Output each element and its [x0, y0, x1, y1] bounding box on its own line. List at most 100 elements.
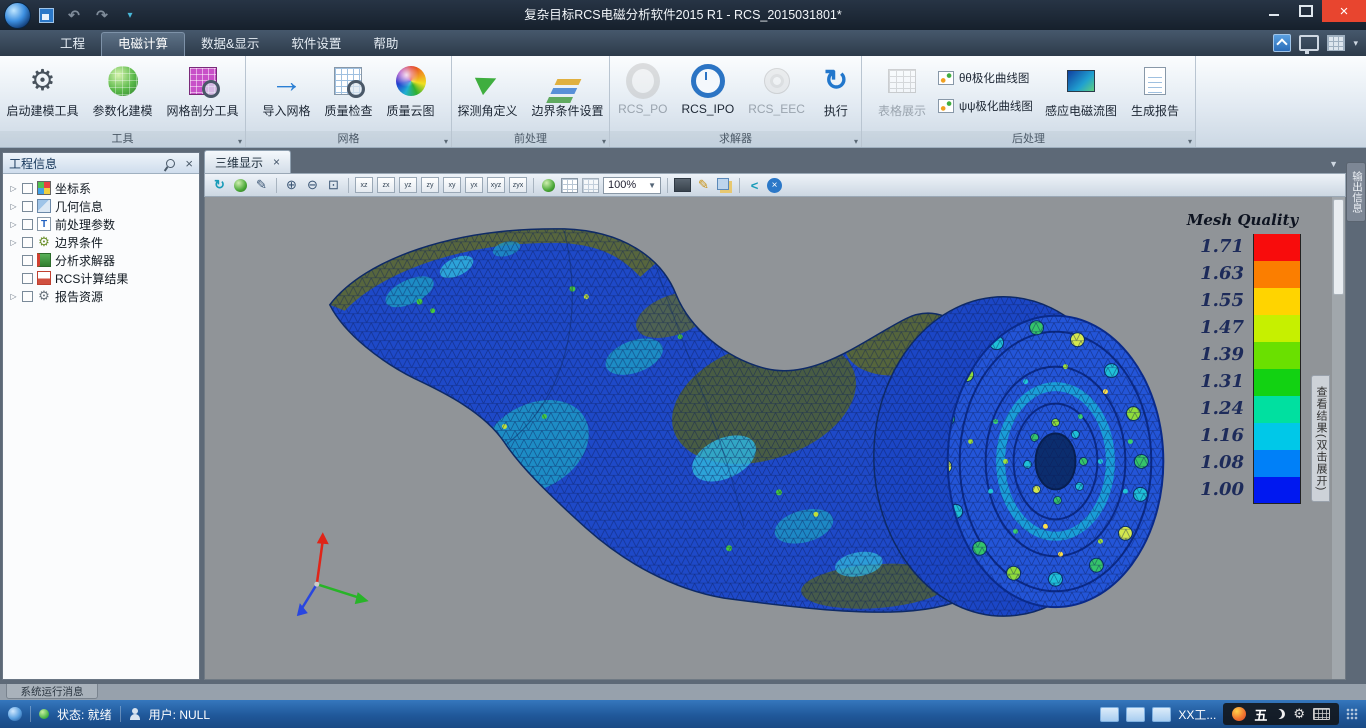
menu-tab-help[interactable]: 帮助	[357, 33, 414, 56]
tray-window-icon[interactable]	[1100, 707, 1119, 722]
redo-button[interactable]: ↷	[94, 7, 110, 23]
tree-item-geometry-info[interactable]: ▷ 几何信息	[7, 197, 199, 215]
save-button[interactable]	[38, 7, 54, 23]
mesh-partition-tool-button[interactable]: 网格剖分工具	[161, 60, 245, 123]
view-zx-button[interactable]: zx	[377, 177, 395, 193]
ime-settings-icon[interactable]: ⚙	[1293, 706, 1305, 722]
boundary-settings-button[interactable]: 边界条件设置	[526, 60, 610, 123]
model-3d-canvas[interactable]	[205, 197, 1345, 679]
grid-toggle-button[interactable]	[561, 177, 578, 194]
rcs-po-button[interactable]: RCS_PO	[612, 60, 673, 120]
rcs-ipo-button[interactable]: RCS_IPO	[676, 60, 741, 120]
view-zy-button[interactable]: zy	[421, 177, 439, 193]
sketch-button[interactable]: ✎	[695, 177, 712, 194]
tree-checkbox[interactable]	[22, 273, 33, 284]
close-view-button[interactable]: ×	[767, 178, 782, 193]
launch-modeling-tool-button[interactable]: ⚙ 启动建模工具	[0, 60, 84, 123]
group-launcher-icon[interactable]: ▾	[444, 137, 448, 146]
psi-polarization-curve-button[interactable]: ψψ极化曲线图	[934, 96, 1037, 116]
ime-toolbar[interactable]: 五 ⚙	[1223, 703, 1339, 725]
menu-tab-data-display[interactable]: 数据&显示	[185, 33, 275, 56]
shading-button[interactable]	[232, 177, 249, 194]
probe-angle-button[interactable]: ▶ 探测角定义	[451, 60, 523, 123]
scrollbar-thumb[interactable]	[1333, 199, 1344, 295]
tab-overflow-icon[interactable]: ▼	[1329, 159, 1338, 169]
induced-current-map-button[interactable]: 感应电磁流图	[1039, 60, 1123, 123]
layers-button[interactable]	[716, 177, 733, 194]
tree-checkbox[interactable]	[22, 255, 33, 266]
undo-button[interactable]: ↶	[66, 7, 82, 23]
tree-checkbox[interactable]	[22, 291, 33, 302]
import-mesh-button[interactable]: → 导入网格	[256, 60, 316, 123]
view-xz-button[interactable]: xz	[355, 177, 373, 193]
zoom-out-button[interactable]: ⊖	[304, 177, 321, 194]
tree-item-solver[interactable]: 分析求解器	[7, 251, 199, 269]
pin-icon[interactable]	[165, 157, 178, 170]
zoom-level-select[interactable]: 100% ▼	[603, 177, 661, 194]
tree-item-report-resources[interactable]: ▷ ⚙ 报告资源	[7, 287, 199, 305]
tree-checkbox[interactable]	[22, 237, 33, 248]
maximize-button[interactable]	[1290, 0, 1322, 22]
tree-checkbox[interactable]	[22, 183, 33, 194]
execute-button[interactable]: ↻ 执行	[813, 60, 859, 123]
viewport-3d[interactable]: Mesh Quality 1.71 1.63 1.55 1.47 1.39 1.…	[204, 197, 1346, 680]
tree-item-coordinate-system[interactable]: ▷ 坐标系	[7, 179, 199, 197]
system-message-tab[interactable]: 系统运行消息	[6, 684, 98, 699]
ime-mode-label[interactable]: 五	[1254, 705, 1267, 724]
tree-item-rcs-results[interactable]: RCS计算结果	[7, 269, 199, 287]
expand-arrow-icon[interactable]: ▷	[9, 184, 18, 193]
generate-report-button[interactable]: 生成报告	[1125, 60, 1185, 123]
menu-tab-em-computation[interactable]: 电磁计算	[101, 32, 185, 56]
group-launcher-icon[interactable]: ▾	[854, 137, 858, 146]
view-iso2-button[interactable]: zyx	[509, 177, 527, 193]
expand-arrow-icon[interactable]: ▷	[9, 292, 18, 301]
tray-window-icon[interactable]	[1152, 707, 1171, 722]
rotate-view-button[interactable]: ↻	[211, 177, 228, 194]
tree-checkbox[interactable]	[22, 201, 33, 212]
quick-access-caret-icon[interactable]: ▾	[122, 7, 138, 23]
expand-arrow-icon[interactable]: ▷	[9, 238, 18, 247]
panel-close-icon[interactable]: ×	[185, 157, 193, 170]
zoom-in-button[interactable]: ⊕	[283, 177, 300, 194]
tree-checkbox[interactable]	[22, 219, 33, 230]
expand-arrow-icon[interactable]: ▷	[9, 220, 18, 229]
group-launcher-icon[interactable]: ▾	[602, 137, 606, 146]
ime-logo-icon[interactable]	[1232, 707, 1246, 721]
grid2-toggle-button[interactable]	[582, 177, 599, 194]
tree-item-preprocess-params[interactable]: ▷ T 前处理参数	[7, 215, 199, 233]
view-results-tab[interactable]: 查看结果(双击展开)	[1311, 375, 1330, 502]
layout-icon[interactable]	[1327, 35, 1345, 51]
ime-keyboard-icon[interactable]	[1313, 708, 1330, 720]
zoom-window-button[interactable]: ⊡	[325, 177, 342, 194]
parametric-modeling-button[interactable]: 参数化建模	[87, 60, 159, 123]
output-info-tab[interactable]: 输出信息	[1346, 162, 1366, 222]
theta-polarization-curve-button[interactable]: θθ极化曲线图	[934, 68, 1037, 88]
tab-3d-display[interactable]: 三维显示 ×	[204, 150, 291, 173]
quality-check-button[interactable]: 质量检查	[318, 60, 378, 123]
minimize-button[interactable]	[1258, 0, 1290, 22]
tree-item-boundary-conditions[interactable]: ▷ ⚙ 边界条件	[7, 233, 199, 251]
close-button[interactable]: ×	[1322, 0, 1366, 22]
menu-caret-icon[interactable]: ▾	[1353, 38, 1358, 49]
display-icon[interactable]	[1299, 35, 1319, 51]
resize-grip[interactable]	[1346, 708, 1358, 720]
tab-close-icon[interactable]: ×	[273, 155, 280, 169]
menu-tab-settings[interactable]: 软件设置	[275, 33, 357, 56]
annotate-button[interactable]: ✎	[253, 177, 270, 194]
view-yx-button[interactable]: yx	[465, 177, 483, 193]
view-yz-button[interactable]: yz	[399, 177, 417, 193]
quality-cloud-map-button[interactable]: 质量云图	[381, 60, 441, 123]
group-launcher-icon[interactable]: ▾	[238, 137, 242, 146]
link-button[interactable]: <	[746, 177, 763, 194]
menu-tab-project[interactable]: 工程	[44, 33, 101, 56]
view-iso-button[interactable]: xyz	[487, 177, 505, 193]
view-xy-button[interactable]: xy	[443, 177, 461, 193]
group-launcher-icon[interactable]: ▾	[1188, 137, 1192, 146]
expand-arrow-icon[interactable]: ▷	[9, 202, 18, 211]
capture-button[interactable]	[674, 177, 691, 194]
perspective-button[interactable]	[540, 177, 557, 194]
tray-text[interactable]: XX工...	[1178, 706, 1216, 723]
rcs-eec-button[interactable]: RCS_EEC	[742, 60, 811, 120]
tray-window-icon[interactable]	[1126, 707, 1145, 722]
viewport-scrollbar[interactable]	[1332, 197, 1345, 679]
